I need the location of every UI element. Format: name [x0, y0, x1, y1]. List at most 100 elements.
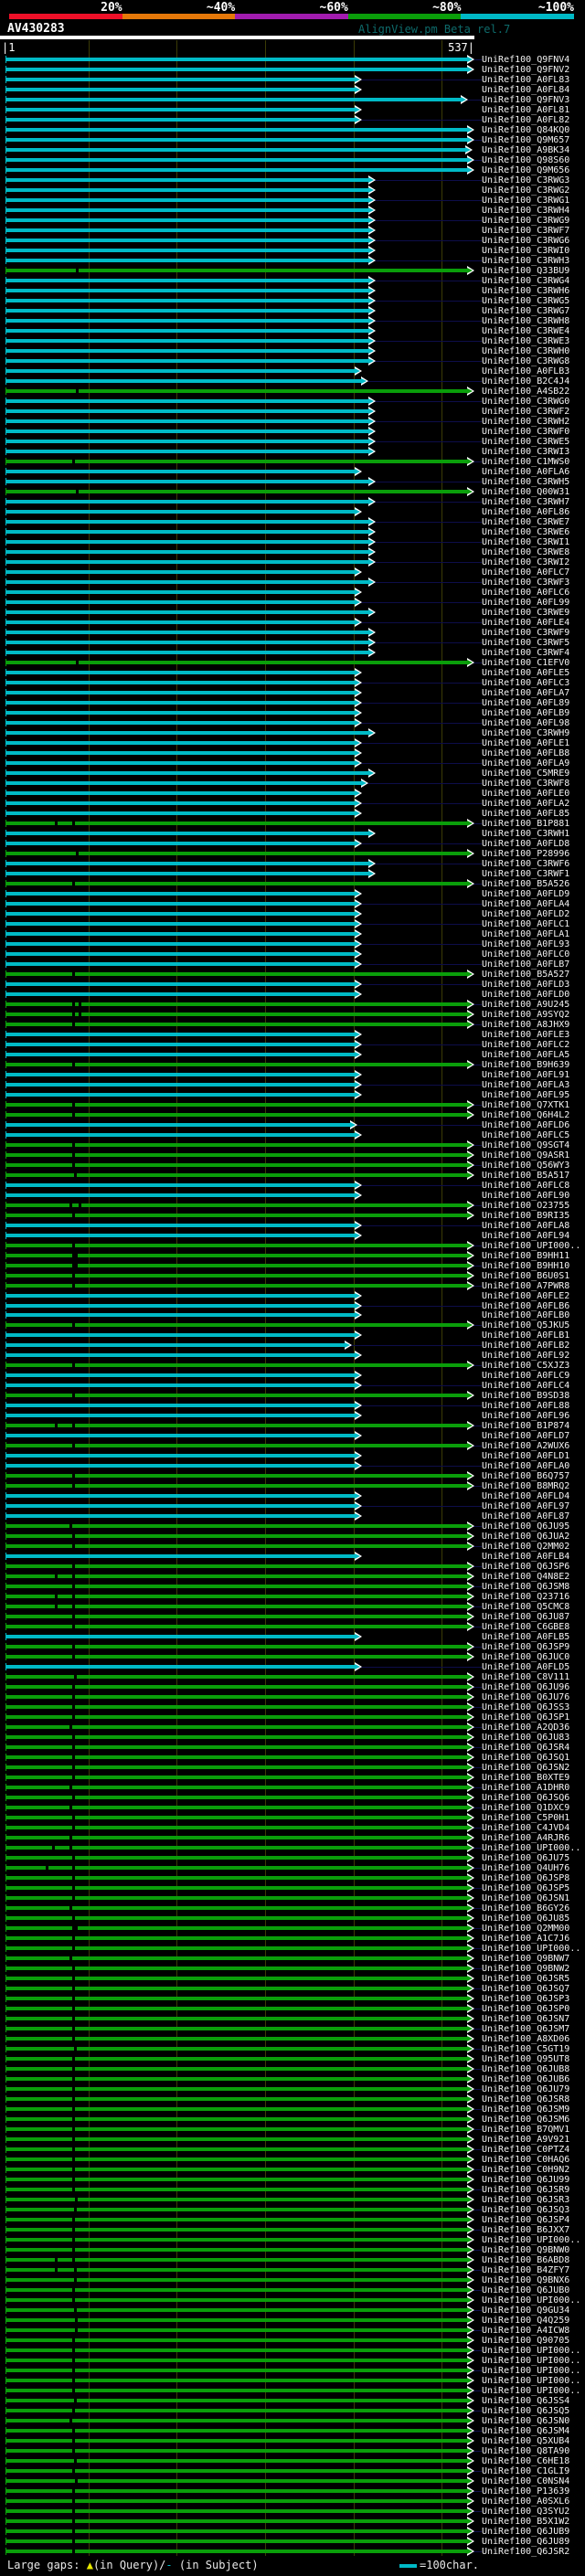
subject-id-label[interactable]: UniRef100_B9H639 [482, 1060, 569, 1070]
hit-bar[interactable] [6, 2539, 469, 2543]
subject-id-label[interactable]: UniRef100_A0FLE4 [482, 618, 569, 628]
subject-id-label[interactable]: UniRef100_Q98S60 [482, 155, 569, 165]
subject-id-label[interactable]: UniRef100_Q6JU83 [482, 1733, 569, 1743]
subject-id-label[interactable]: UniRef100_C3RWH6 [482, 286, 569, 296]
hit-bar[interactable] [6, 2168, 469, 2171]
subject-id-label[interactable]: UniRef100_Q9GU34 [482, 2306, 569, 2316]
alignment-row-UniRef100_B1P874[interactable]: UniRef100_B1P874 [0, 1421, 585, 1431]
hit-bar[interactable] [6, 158, 469, 162]
subject-id-label[interactable]: UniRef100_O23755 [482, 1201, 569, 1211]
subject-id-label[interactable]: UniRef100_Q6JSR5 [482, 1974, 569, 1984]
alignment-row-UniRef100_Q6JU87[interactable]: UniRef100_Q6JU87 [0, 1612, 585, 1622]
subject-id-label[interactable]: UniRef100_UPI000.. [482, 1944, 580, 1954]
hit-bar[interactable] [6, 1765, 469, 1769]
hit-bar[interactable] [6, 641, 370, 644]
subject-id-label[interactable]: UniRef100_Q6JSN0 [482, 2416, 569, 2426]
alignment-row-UniRef100_Q6JSR9[interactable]: UniRef100_Q6JSR9 [0, 2185, 585, 2195]
hit-bar[interactable] [6, 811, 356, 815]
subject-id-label[interactable]: UniRef100_Q6JSM8 [482, 1582, 569, 1592]
hit-bar[interactable] [6, 1685, 469, 1689]
subject-id-label[interactable]: UniRef100_C3RWE7 [482, 517, 569, 527]
subject-id-label[interactable]: UniRef100_UPI000.. [482, 2366, 580, 2376]
subject-id-label[interactable]: UniRef100_C3RWF9 [482, 628, 569, 638]
subject-id-label[interactable]: UniRef100_C1MWS0 [482, 457, 569, 467]
alignment-row-UniRef100_Q5JKU5[interactable]: UniRef100_Q5JKU5 [0, 1320, 585, 1330]
subject-id-label[interactable]: UniRef100_UPI000.. [482, 2295, 580, 2306]
subject-id-label[interactable]: UniRef100_A0FLE3 [482, 1030, 569, 1040]
subject-id-label[interactable]: UniRef100_B6ABD8 [482, 2255, 569, 2265]
hit-bar[interactable] [6, 1404, 356, 1407]
subject-id-label[interactable]: UniRef100_C3RWG0 [482, 397, 569, 407]
hit-bar[interactable] [6, 1665, 356, 1669]
subject-id-label[interactable]: UniRef100_C3RWH1 [482, 829, 569, 839]
hit-bar[interactable] [6, 2117, 469, 2121]
subject-id-label[interactable]: UniRef100_Q9ASR1 [482, 1150, 569, 1161]
subject-id-label[interactable]: UniRef100_Q1DXC9 [482, 1803, 569, 1813]
alignment-row-UniRef100_C3RWE7[interactable]: UniRef100_C3RWE7 [0, 517, 585, 527]
alignment-row-UniRef100_C3RWG3[interactable]: UniRef100_C3RWG3 [0, 175, 585, 186]
subject-id-label[interactable]: UniRef100_Q6JSP6 [482, 1562, 569, 1572]
subject-id-label[interactable]: UniRef100_B1P874 [482, 1421, 569, 1431]
alignment-row-UniRef100_C5P0H1[interactable]: UniRef100_C5P0H1 [0, 1813, 585, 1823]
hit-bar[interactable] [6, 1574, 469, 1578]
subject-id-label[interactable]: UniRef100_A4SB22 [482, 387, 569, 397]
hit-bar[interactable] [6, 1987, 469, 1990]
hit-bar[interactable] [6, 2067, 469, 2071]
alignment-row-UniRef100_Q6JUB6[interactable]: UniRef100_Q6JUB6 [0, 2074, 585, 2084]
subject-id-label[interactable]: UniRef100_C3RWF7 [482, 226, 569, 236]
alignment-row-UniRef100_Q6JU95[interactable]: UniRef100_Q6JU95 [0, 1521, 585, 1532]
alignment-row-UniRef100_Q9BNW0[interactable]: UniRef100_Q9BNW0 [0, 2245, 585, 2255]
subject-id-label[interactable]: UniRef100_Q90705 [482, 2336, 569, 2346]
subject-id-label[interactable]: UniRef100_C3RWH4 [482, 206, 569, 216]
subject-id-label[interactable]: UniRef100_C4JVD4 [482, 1823, 569, 1833]
hit-bar[interactable] [6, 902, 356, 906]
subject-id-label[interactable]: UniRef100_B9HH11 [482, 1251, 569, 1261]
subject-id-label[interactable]: UniRef100_A0FLA1 [482, 929, 569, 939]
alignment-row-UniRef100_A8JHX9[interactable]: UniRef100_A8JHX9 [0, 1020, 585, 1030]
alignment-row-UniRef100_C8V111[interactable]: UniRef100_C8V111 [0, 1672, 585, 1682]
hit-bar[interactable] [6, 339, 370, 343]
subject-id-label[interactable]: UniRef100_C0NSN4 [482, 2476, 569, 2486]
hit-bar[interactable] [6, 942, 356, 946]
subject-id-label[interactable]: UniRef100_A0FL87 [482, 1511, 569, 1521]
alignment-row-UniRef100_Q6JSN7[interactable]: UniRef100_Q6JSN7 [0, 2014, 585, 2024]
hit-bar[interactable] [6, 419, 370, 423]
alignment-row-UniRef100_A0FLC7[interactable]: UniRef100_A0FLC7 [0, 567, 585, 578]
alignment-row-UniRef100_UPI000..[interactable]: UniRef100_UPI000.. [0, 1944, 585, 1954]
hit-bar[interactable] [6, 68, 469, 71]
alignment-row-UniRef100_Q6JSM4[interactable]: UniRef100_Q6JSM4 [0, 2426, 585, 2436]
subject-id-label[interactable]: UniRef100_Q5JKU5 [482, 1320, 569, 1330]
alignment-row-UniRef100_A0FLB2[interactable]: UniRef100_A0FLB2 [0, 1341, 585, 1351]
subject-id-label[interactable]: UniRef100_Q5CMC8 [482, 1602, 569, 1612]
alignment-row-UniRef100_Q6JSP0[interactable]: UniRef100_Q6JSP0 [0, 2004, 585, 2014]
subject-id-label[interactable]: UniRef100_C0HAQ6 [482, 2155, 569, 2165]
alignment-row-UniRef100_C3RWI1[interactable]: UniRef100_C3RWI1 [0, 537, 585, 547]
alignment-row-UniRef100_Q6JU89[interactable]: UniRef100_Q6JU89 [0, 2537, 585, 2547]
subject-id-label[interactable]: UniRef100_Q9BNW7 [482, 1954, 569, 1964]
hit-bar[interactable] [6, 1856, 469, 1860]
hit-bar[interactable] [6, 1605, 469, 1608]
hit-bar[interactable] [6, 118, 356, 122]
subject-id-label[interactable]: UniRef100_Q6JSP5 [482, 1883, 569, 1893]
hit-bar[interactable] [6, 2338, 469, 2342]
hit-bar[interactable] [6, 1695, 469, 1699]
subject-id-label[interactable]: UniRef100_C3RWG1 [482, 196, 569, 206]
subject-id-label[interactable]: UniRef100_C3RWE4 [482, 326, 569, 336]
alignment-row-UniRef100_Q6JSR8[interactable]: UniRef100_Q6JSR8 [0, 2094, 585, 2104]
hit-bar[interactable] [6, 1383, 356, 1387]
alignment-row-UniRef100_A0FLC1[interactable]: UniRef100_A0FLC1 [0, 919, 585, 929]
hit-bar[interactable] [6, 88, 356, 91]
subject-id-label[interactable]: UniRef100_A8JHX9 [482, 1020, 569, 1030]
hit-bar[interactable] [6, 148, 467, 152]
hit-bar[interactable] [6, 761, 356, 765]
alignment-row-UniRef100_C3RWI3[interactable]: UniRef100_C3RWI3 [0, 447, 585, 457]
subject-id-label[interactable]: UniRef100_Q6JSR2 [482, 2547, 569, 2557]
alignment-row-UniRef100_Q6JSP5[interactable]: UniRef100_Q6JSP5 [0, 1883, 585, 1893]
alignment-row-UniRef100_Q6JSQ7[interactable]: UniRef100_Q6JSQ7 [0, 1984, 585, 1994]
hit-bar[interactable] [6, 1484, 469, 1488]
alignment-row-UniRef100_A0FLA7[interactable]: UniRef100_A0FLA7 [0, 688, 585, 698]
alignment-row-UniRef100_Q6JSN1[interactable]: UniRef100_Q6JSN1 [0, 1893, 585, 1903]
alignment-row-UniRef100_C3RWG8[interactable]: UniRef100_C3RWG8 [0, 356, 585, 366]
alignment-row-UniRef100_Q6JU99[interactable]: UniRef100_Q6JU99 [0, 2175, 585, 2185]
hit-bar[interactable] [6, 781, 363, 785]
